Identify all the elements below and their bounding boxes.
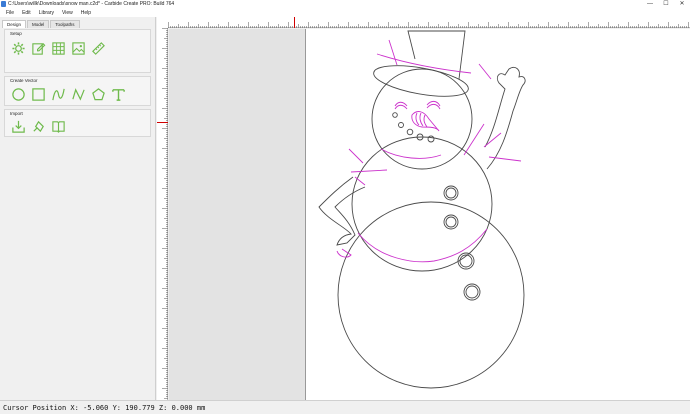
draw-rectangle-button[interactable] bbox=[30, 86, 46, 102]
tab-toolpaths[interactable]: Toolpaths bbox=[50, 20, 80, 28]
import-icon bbox=[11, 120, 25, 133]
bitmap-trace-icon bbox=[32, 120, 44, 132]
grid-button[interactable] bbox=[50, 40, 66, 56]
snowman-right-eye-lower[interactable] bbox=[426, 103, 441, 110]
snowman-head[interactable] bbox=[371, 68, 473, 170]
book-icon bbox=[51, 120, 65, 133]
draw-circle-button[interactable] bbox=[10, 86, 26, 102]
menu-file[interactable]: File bbox=[2, 9, 18, 17]
selected-snow-edge[interactable] bbox=[357, 228, 488, 263]
snowman-left-eye-lower[interactable] bbox=[394, 104, 408, 110]
minimize-button[interactable]: — bbox=[642, 0, 658, 9]
snowman-carrot-nose[interactable] bbox=[411, 111, 440, 132]
menu-edit[interactable]: Edit bbox=[18, 9, 35, 17]
app-icon bbox=[1, 1, 6, 7]
window-title: C:\Users\willk\Downloads\snow man.c2d* -… bbox=[8, 1, 175, 7]
edit-icon bbox=[31, 42, 45, 55]
snowman-button-inner[interactable] bbox=[445, 216, 457, 228]
draw-text-button[interactable] bbox=[110, 86, 126, 102]
polyline-icon bbox=[71, 87, 85, 101]
draw-polyline-button[interactable] bbox=[70, 86, 86, 102]
menu-bar: File Edit Library View Help bbox=[0, 9, 690, 17]
polygon-icon bbox=[91, 87, 105, 100]
import-section-title: Import bbox=[10, 111, 23, 116]
import-section: Import bbox=[4, 109, 151, 137]
snowman-mouth-dot[interactable] bbox=[398, 122, 404, 128]
ruler-vertical-ticks bbox=[157, 28, 168, 399]
settings-gear-icon bbox=[11, 41, 25, 55]
image-button[interactable] bbox=[70, 40, 86, 56]
edit-button[interactable] bbox=[30, 40, 46, 56]
title-bar: C:\Users\willk\Downloads\snow man.c2d* -… bbox=[0, 0, 690, 9]
design-canvas[interactable] bbox=[169, 29, 690, 400]
snowman-right-eye[interactable] bbox=[426, 100, 441, 107]
create-vector-section: Create Vector bbox=[4, 76, 151, 106]
bitmap-trace-button[interactable] bbox=[30, 118, 46, 134]
snowman-left-mitten[interactable] bbox=[336, 248, 352, 258]
status-bar: Cursor Position X: -5.060 Y: 190.779 Z: … bbox=[0, 400, 690, 414]
maximize-button[interactable]: ☐ bbox=[658, 0, 674, 9]
menu-library[interactable]: Library bbox=[35, 9, 58, 17]
rectangle-icon bbox=[31, 87, 45, 101]
ruler-horizontal[interactable] bbox=[168, 17, 690, 28]
snowman-hat-crown[interactable] bbox=[407, 30, 466, 80]
ruler-icon bbox=[91, 41, 105, 55]
snowman-mouth-dot[interactable] bbox=[392, 112, 398, 118]
setup-section: Setup bbox=[4, 29, 151, 73]
snowman-hat-brim[interactable] bbox=[371, 60, 470, 102]
draw-polygon-button[interactable] bbox=[90, 86, 106, 102]
ruler-vertical[interactable] bbox=[157, 28, 168, 400]
snowman-button-inner[interactable] bbox=[445, 187, 457, 199]
image-icon bbox=[71, 41, 85, 55]
menu-view[interactable]: View bbox=[58, 9, 77, 17]
left-panel: Design Model Toolpaths Setup Create Vect… bbox=[0, 17, 156, 400]
import-vectors-button[interactable] bbox=[10, 118, 26, 134]
job-setup-button[interactable] bbox=[10, 40, 26, 56]
circle-icon bbox=[11, 87, 25, 101]
library-button[interactable] bbox=[50, 118, 66, 134]
selected-hat-edge[interactable] bbox=[376, 53, 472, 74]
create-vector-section-title: Create Vector bbox=[10, 78, 38, 83]
cursor-position-readout: Cursor Position X: -5.060 Y: 190.779 Z: … bbox=[3, 404, 206, 412]
close-button[interactable]: ✕ bbox=[674, 0, 690, 9]
panel-tabs: Design Model Toolpaths bbox=[2, 20, 81, 28]
grid-icon bbox=[51, 41, 65, 55]
snowman-middle-ball[interactable] bbox=[351, 136, 493, 272]
snowman-bottom-ball[interactable] bbox=[337, 201, 525, 389]
setup-section-title: Setup bbox=[10, 31, 22, 36]
selected-stick-strokes[interactable] bbox=[348, 39, 522, 186]
ruler-horizontal-ticks bbox=[168, 17, 689, 28]
curve-icon bbox=[51, 88, 65, 100]
snowman-button-inner[interactable] bbox=[459, 254, 473, 268]
window-controls: — ☐ ✕ bbox=[642, 0, 690, 9]
draw-curve-button[interactable] bbox=[50, 86, 66, 102]
snowman-mouth-dot[interactable] bbox=[406, 128, 414, 136]
snowman-left-arm[interactable] bbox=[318, 176, 366, 246]
measure-button[interactable] bbox=[90, 40, 106, 56]
tab-model[interactable]: Model bbox=[27, 20, 50, 28]
app-window: C:\Users\willk\Downloads\snow man.c2d* -… bbox=[0, 0, 690, 414]
tab-design[interactable]: Design bbox=[2, 20, 27, 28]
text-icon bbox=[111, 88, 125, 101]
snowman-right-arm[interactable] bbox=[484, 66, 526, 170]
ruler-corner bbox=[157, 17, 168, 28]
snowman-button-inner[interactable] bbox=[465, 285, 479, 299]
menu-help[interactable]: Help bbox=[77, 9, 95, 17]
snowman-nose-ridges[interactable] bbox=[415, 112, 428, 128]
snowman-mouth-dot[interactable] bbox=[427, 135, 435, 143]
